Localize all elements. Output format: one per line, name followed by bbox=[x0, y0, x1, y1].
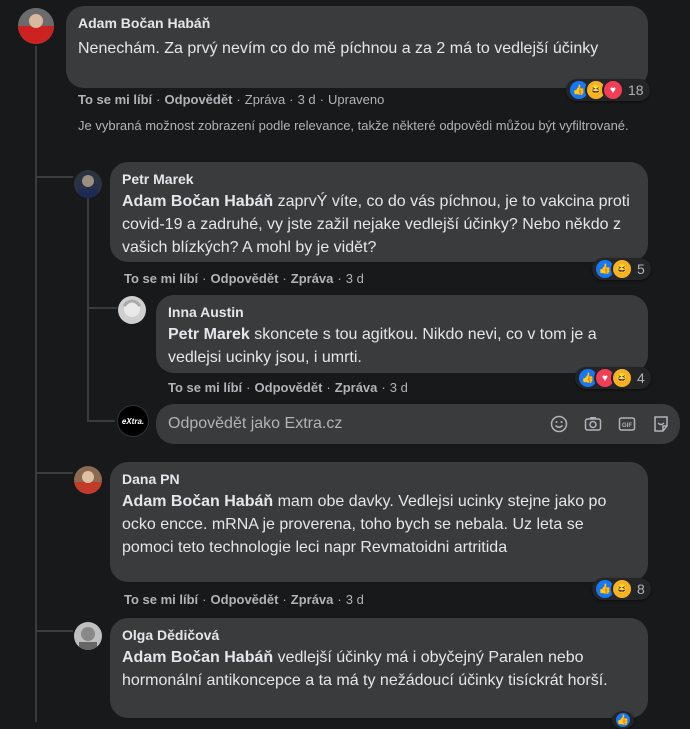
comment-author[interactable]: Dana PN bbox=[122, 470, 636, 488]
comment-text: Petr Marek skoncete s tou agitkou. Nikdo… bbox=[168, 323, 636, 369]
haha-reaction-icon: 😆 bbox=[611, 578, 633, 600]
comment-actions: To se mi líbí · Odpovědět · Zpráva · 3 d bbox=[124, 592, 364, 607]
reaction-summary[interactable]: 👍 😆 5 bbox=[592, 258, 651, 280]
like-link[interactable]: To se mi líbí bbox=[124, 592, 198, 607]
comment-text: Adam Bočan Habáň zaprvÝ víte, co do vás … bbox=[122, 190, 636, 259]
mention-link[interactable]: Adam Bočan Habáň bbox=[122, 649, 273, 666]
avatar-image bbox=[18, 8, 54, 44]
comment-bubble-inna: Inna Austin Petr Marek skoncete s tou ag… bbox=[156, 295, 648, 373]
mention-link[interactable]: Adam Bočan Habáň bbox=[122, 193, 273, 210]
comment-text: Nenechám. Za prvý nevím co do mě píchnou… bbox=[78, 40, 599, 57]
avatar-image bbox=[74, 170, 102, 198]
edited-label: Upraveno bbox=[328, 92, 385, 107]
avatar[interactable] bbox=[118, 296, 146, 324]
mention-link[interactable]: Adam Bočan Habáň bbox=[122, 493, 273, 510]
reaction-summary[interactable]: 👍 😆 ♥ 18 bbox=[566, 79, 650, 101]
page-avatar-label: eXtra. bbox=[121, 416, 145, 426]
reaction-summary[interactable]: 👍 bbox=[612, 711, 634, 729]
comment-actions: To se mi líbí · Odpovědět · Zpráva · 3 d · Uprav… bbox=[78, 92, 385, 107]
comment-bubble-top: Adam Bočan Habáň Nenechám. Za prvý nevím… bbox=[66, 6, 648, 88]
reply-link[interactable]: Odpovědět bbox=[255, 380, 323, 395]
comment-bubble-olga: Olga Dědičová Adam Bočan Habáň vedlejší … bbox=[110, 618, 648, 718]
avatar-image bbox=[118, 296, 146, 324]
sticker-icon[interactable] bbox=[652, 415, 670, 433]
reaction-count: 5 bbox=[637, 261, 645, 277]
thread-line-olga bbox=[35, 630, 73, 632]
reply-link[interactable]: Odpovědět bbox=[165, 92, 233, 107]
comment-actions: To se mi líbí · Odpovědět · Zpráva · 3 d bbox=[124, 271, 364, 286]
timestamp[interactable]: 3 d bbox=[346, 592, 364, 607]
camera-icon[interactable] bbox=[584, 415, 602, 433]
reaction-summary[interactable]: 👍 ♥ 😆 4 bbox=[575, 367, 651, 389]
thread-line-main bbox=[35, 46, 37, 722]
avatar[interactable] bbox=[74, 466, 102, 494]
love-reaction-icon: ♥ bbox=[602, 79, 624, 101]
comment-author[interactable]: Inna Austin bbox=[168, 303, 636, 321]
avatar[interactable] bbox=[74, 170, 102, 198]
avatar[interactable] bbox=[18, 8, 54, 44]
relevance-notice: Je vybraná možnost zobrazení podle relev… bbox=[78, 118, 629, 133]
comment-text: Adam Bočan Habáň mam obe davky. Vedlejsi… bbox=[122, 490, 636, 559]
haha-reaction-icon: 😆 bbox=[611, 367, 633, 389]
message-link[interactable]: Zpráva bbox=[335, 380, 378, 395]
message-link[interactable]: Zpráva bbox=[245, 92, 285, 107]
thread-line-petr-sub bbox=[87, 198, 89, 422]
timestamp[interactable]: 3 d bbox=[298, 92, 316, 107]
message-link[interactable]: Zpráva bbox=[291, 271, 334, 286]
avatar[interactable] bbox=[74, 622, 102, 650]
avatar-image bbox=[74, 466, 102, 494]
comment-actions: To se mi líbí · Odpovědět · Zpráva · 3 d bbox=[168, 380, 408, 395]
comment-author[interactable]: Olga Dědičová bbox=[122, 626, 636, 644]
reply-input-box[interactable]: Odpovědět jako Extra.cz GIF bbox=[156, 404, 680, 444]
thread-line-reply bbox=[87, 420, 115, 422]
comment-author[interactable]: Petr Marek bbox=[122, 170, 636, 188]
reaction-count: 4 bbox=[637, 370, 645, 386]
comment-bubble-dana: Dana PN Adam Bočan Habáň mam obe davky. … bbox=[110, 462, 648, 582]
like-link[interactable]: To se mi líbí bbox=[168, 380, 242, 395]
haha-reaction-icon: 😆 bbox=[611, 258, 633, 280]
timestamp[interactable]: 3 d bbox=[346, 271, 364, 286]
like-link[interactable]: To se mi líbí bbox=[124, 271, 198, 286]
reply-input-placeholder[interactable]: Odpovědět jako Extra.cz bbox=[168, 415, 342, 433]
svg-text:GIF: GIF bbox=[622, 423, 632, 429]
emoji-icon[interactable] bbox=[550, 415, 568, 433]
like-reaction-icon: 👍 bbox=[614, 711, 632, 729]
reply-link[interactable]: Odpovědět bbox=[211, 592, 279, 607]
comment-author[interactable]: Adam Bočan Habáň bbox=[78, 14, 636, 32]
reply-link[interactable]: Odpovědět bbox=[211, 271, 279, 286]
gif-icon[interactable]: GIF bbox=[618, 415, 636, 433]
message-link[interactable]: Zpráva bbox=[291, 592, 334, 607]
reaction-summary[interactable]: 👍 😆 8 bbox=[592, 578, 651, 600]
like-link[interactable]: To se mi líbí bbox=[78, 92, 152, 107]
thread-line-inna bbox=[87, 307, 117, 309]
thread-line-petr bbox=[35, 176, 73, 178]
avatar-image bbox=[74, 622, 102, 650]
comment-text: Adam Bočan Habáň vedlejší účinky má i ob… bbox=[122, 646, 636, 692]
comment-bubble-petr: Petr Marek Adam Bočan Habáň zaprvÝ víte,… bbox=[110, 162, 648, 262]
reaction-count: 8 bbox=[637, 581, 645, 597]
reaction-count: 18 bbox=[628, 82, 644, 98]
timestamp[interactable]: 3 d bbox=[390, 380, 408, 395]
mention-link[interactable]: Petr Marek bbox=[168, 326, 250, 343]
thread-line-dana bbox=[35, 472, 73, 474]
page-avatar: eXtra. bbox=[117, 405, 149, 437]
